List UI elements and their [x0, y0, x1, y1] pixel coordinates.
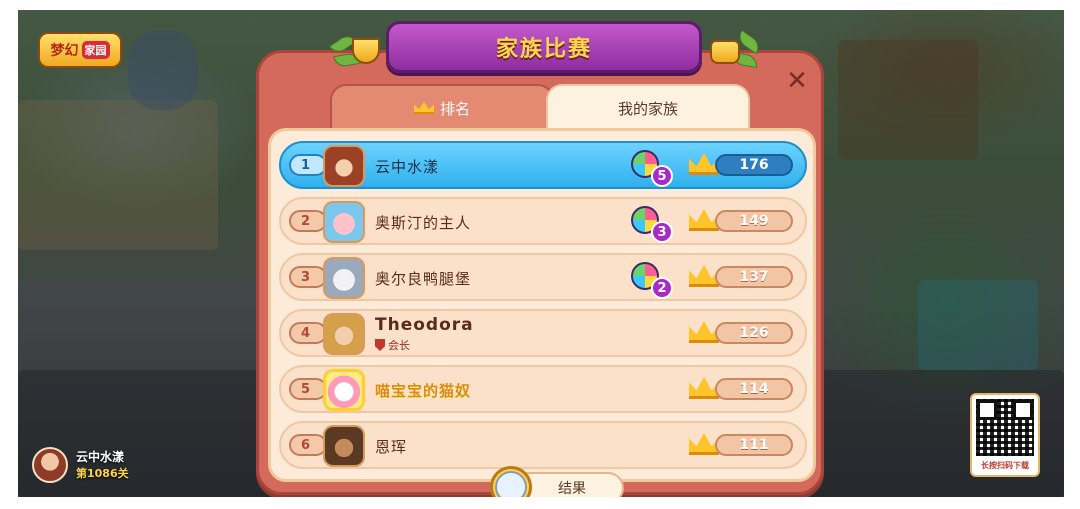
- close-icon[interactable]: ✕: [786, 66, 808, 96]
- qr-code-card[interactable]: 长按扫码下载: [970, 393, 1040, 477]
- tab-ranking-label: 排名: [439, 99, 470, 118]
- member-avatar[interactable]: [323, 201, 365, 243]
- ball-count-badge: 2: [651, 277, 673, 299]
- crown-icon: [413, 102, 434, 114]
- member-role: 会长: [375, 337, 410, 353]
- game-logo: 梦幻 家园: [38, 32, 122, 68]
- member-role-label: 会长: [388, 339, 410, 352]
- results-button-label: 结果: [558, 481, 586, 497]
- member-name: 云中水漾: [375, 158, 440, 176]
- rank-badge: 1: [289, 154, 327, 176]
- logo-subtext: 家园: [81, 41, 110, 59]
- qr-caption: 长按扫码下载: [981, 461, 1029, 470]
- member-avatar[interactable]: [323, 145, 365, 187]
- list-item[interactable]: 1 云中水漾 5 176: [279, 141, 807, 189]
- list-item[interactable]: 4 Theodora 会长 126: [279, 309, 807, 357]
- player-info[interactable]: 云中水漾 第1086关: [32, 447, 129, 483]
- list-item[interactable]: 6 恩珲 111: [279, 421, 807, 469]
- list-item[interactable]: 5 喵宝宝的猫奴 114: [279, 365, 807, 413]
- list-item[interactable]: 3 奥尔良鸭腿堡 2 137: [279, 253, 807, 301]
- score-value: 111: [715, 434, 793, 456]
- qr-code-image: [976, 399, 1034, 456]
- panel-title: 家族比赛: [495, 37, 592, 62]
- family-member-list[interactable]: 1 云中水漾 5 176 2 奥斯汀的主人 3 149 3 奥尔良鸭腿堡 2 1…: [268, 128, 816, 482]
- tab-ranking[interactable]: 排名: [330, 84, 554, 130]
- ball-count-badge: 5: [651, 165, 673, 187]
- score-value: 114: [715, 378, 793, 400]
- member-name: 奥斯汀的主人: [375, 214, 472, 232]
- shield-icon: [375, 339, 385, 351]
- tab-my-family-label: 我的家族: [617, 99, 678, 118]
- crown-cup-icon: [710, 40, 740, 64]
- rank-badge: 3: [289, 266, 327, 288]
- player-level: 第1086关: [76, 466, 129, 480]
- rank-badge: 6: [289, 434, 327, 456]
- close-button[interactable]: ✕: [782, 66, 812, 96]
- rank-badge: 5: [289, 378, 327, 400]
- rank-badge: 2: [289, 210, 327, 232]
- member-name: 喵宝宝的猫奴: [375, 382, 472, 400]
- member-name: 奥尔良鸭腿堡: [375, 270, 472, 288]
- rank-badge: 4: [289, 322, 327, 344]
- cup-icon: [352, 38, 380, 64]
- game-scene: 梦幻 家园 云中水漾 第1086关 长按扫码下载 ✕ 排名 我的家族 家族比赛: [18, 10, 1064, 497]
- panel-title-banner: 家族比赛: [386, 21, 702, 73]
- player-avatar[interactable]: [32, 447, 68, 483]
- player-name: 云中水漾: [76, 449, 125, 464]
- crown-trophy-icon: [704, 24, 764, 76]
- trophy-icon: [328, 24, 390, 76]
- member-avatar[interactable]: [323, 425, 365, 467]
- member-avatar[interactable]: [323, 257, 365, 299]
- member-avatar[interactable]: [323, 313, 365, 355]
- list-item[interactable]: 2 奥斯汀的主人 3 149: [279, 197, 807, 245]
- tab-my-family[interactable]: 我的家族: [546, 84, 750, 130]
- logo-text: 梦幻: [50, 43, 79, 59]
- score-value: 149: [715, 210, 793, 232]
- member-avatar[interactable]: [323, 369, 365, 411]
- score-value: 137: [715, 266, 793, 288]
- ball-count-badge: 3: [651, 221, 673, 243]
- score-value: 176: [715, 154, 793, 176]
- score-value: 126: [715, 322, 793, 344]
- member-name: 恩珲: [375, 438, 408, 456]
- member-name: Theodora: [375, 315, 474, 335]
